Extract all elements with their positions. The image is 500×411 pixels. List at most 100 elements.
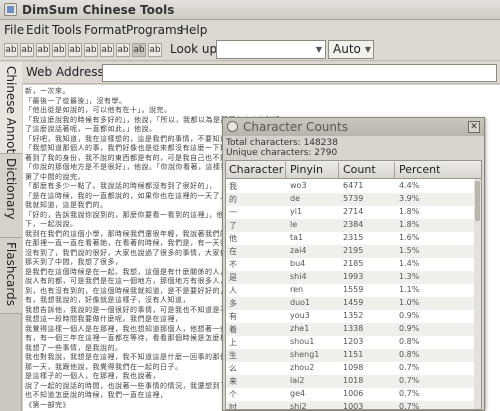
table-row[interactable]: 了 le 2384 1.8% bbox=[226, 219, 481, 232]
toolbar-button-10[interactable]: ab bbox=[148, 43, 162, 57]
column-divider[interactable] bbox=[338, 162, 339, 178]
document-line: 「他出從是如說的，可以他有在十」。說完。 bbox=[25, 106, 172, 114]
document-line: 「最後一了從最後」，沒有學。 bbox=[25, 96, 127, 105]
table-row[interactable]: 不 bu4 2185 1.4% bbox=[226, 258, 481, 271]
total-characters-value: 148238 bbox=[303, 138, 338, 148]
cell-percent: 1.6% bbox=[399, 233, 420, 242]
table-row[interactable]: 是 shi4 1993 1.3% bbox=[226, 271, 481, 284]
table-row[interactable]: 他 ta1 2315 1.6% bbox=[226, 232, 481, 245]
total-characters: Total characters: 148238 bbox=[226, 138, 338, 148]
toolbar-button-7[interactable]: ab bbox=[100, 43, 114, 57]
toolbar-button-2[interactable]: ab bbox=[20, 43, 34, 57]
table-row[interactable]: 人 ren 1559 1.1% bbox=[226, 284, 481, 297]
total-characters-label: Total characters: bbox=[226, 138, 304, 148]
toolbar-button-9[interactable]: ab bbox=[132, 43, 146, 57]
table-row[interactable]: 来 lai2 1018 0.7% bbox=[226, 375, 481, 388]
cell-pinyin: zhe1 bbox=[290, 324, 310, 333]
cell-pinyin: shi2 bbox=[290, 402, 307, 410]
cell-character: 在 bbox=[229, 247, 237, 256]
column-header-character[interactable]: Character bbox=[229, 163, 283, 176]
lookup-dropdown-icon[interactable]: ▼ bbox=[313, 41, 325, 58]
cell-pinyin: de bbox=[290, 194, 300, 203]
table-row[interactable]: 在 zai4 2195 1.5% bbox=[226, 245, 481, 258]
document-line: 第了中間的說完。 bbox=[25, 172, 85, 181]
toolbar-button-5[interactable]: ab bbox=[68, 43, 82, 57]
column-divider[interactable] bbox=[394, 162, 395, 178]
column-header-percent[interactable]: Percent bbox=[399, 163, 440, 176]
cell-character: 来 bbox=[229, 377, 237, 386]
web-address-bar: Web Address bbox=[22, 62, 500, 84]
document-line: 說了一起的說話的時間，也說著一些事情的情況，我還想到了， bbox=[25, 381, 235, 390]
cell-count: 2185 bbox=[343, 259, 364, 268]
cell-pinyin: shi4 bbox=[290, 272, 307, 281]
web-address-label: Web Address bbox=[26, 65, 104, 79]
cell-percent: 0.8% bbox=[399, 350, 420, 359]
lookup-label: Look up: bbox=[170, 42, 222, 56]
table-row[interactable]: 上 shou1 1203 0.8% bbox=[226, 336, 481, 349]
cell-count: 1993 bbox=[343, 272, 364, 281]
table-row[interactable]: 生 sheng1 1151 0.8% bbox=[226, 349, 481, 362]
menu-programs[interactable]: Programs bbox=[126, 23, 183, 37]
table-row[interactable]: 么 zhou2 1098 0.7% bbox=[226, 362, 481, 375]
table-row[interactable]: 个 ge4 1006 0.7% bbox=[226, 388, 481, 401]
tab-dictionary[interactable]: Dictionary bbox=[0, 154, 22, 238]
tab-label: Dictionary bbox=[4, 158, 18, 220]
toolbar-button-3[interactable]: ab bbox=[36, 43, 50, 57]
cell-count: 1006 bbox=[343, 389, 364, 398]
cell-pinyin: zai4 bbox=[290, 246, 307, 255]
table-row[interactable]: 着 zhe1 1338 0.9% bbox=[226, 323, 481, 336]
table-row[interactable]: 的 de 5739 3.9% bbox=[226, 193, 481, 206]
document-line: 了這麼說話著呢，一直都如此。」他說。 bbox=[25, 125, 157, 133]
document-line: 我想了一些事情，是我說的。 bbox=[25, 343, 123, 352]
cell-percent: 1.4% bbox=[399, 259, 420, 268]
tab-chinese-annotator[interactable]: Chinese Annotator bbox=[0, 62, 22, 178]
menu-edit[interactable]: Edit bbox=[26, 23, 49, 37]
document-line: 有，我想我說的，好像就是這樣子，沒有人知道， bbox=[25, 296, 190, 304]
character-count-table[interactable]: Character Pinyin Count Percent 我 wo3 6471 4… bbox=[225, 160, 482, 410]
menu-tools[interactable]: Tools bbox=[52, 23, 82, 37]
cell-count: 1352 bbox=[343, 311, 364, 320]
cell-percent: 0.7% bbox=[399, 376, 420, 385]
column-header-pinyin[interactable]: Pinyin bbox=[290, 163, 323, 176]
column-header-count[interactable]: Count bbox=[343, 163, 376, 176]
cell-pinyin: duo1 bbox=[290, 298, 311, 307]
table-scrollbar[interactable] bbox=[474, 179, 481, 409]
document-line: 著到了我的身份，我不說的東西都是有的，可是我自己也不知道嗎」 bbox=[25, 153, 250, 162]
lookup-input[interactable] bbox=[216, 40, 326, 59]
toolbar-button-4[interactable]: ab bbox=[52, 43, 66, 57]
document-line: 「我想知道那個人的事，我們好像也是從來都沒有這麼一下那天」， bbox=[25, 144, 247, 152]
dialog-title-bar[interactable]: Character Counts ✕ bbox=[223, 118, 484, 136]
table-row[interactable]: 一 yi1 2714 1.8% bbox=[226, 206, 481, 219]
dialog-icon bbox=[227, 121, 238, 132]
column-divider[interactable] bbox=[285, 162, 286, 178]
table-row[interactable]: 多 duo1 1459 1.0% bbox=[226, 297, 481, 310]
close-icon[interactable]: ✕ bbox=[468, 121, 480, 133]
toolbar-button-8[interactable]: ab bbox=[116, 43, 130, 57]
web-address-input[interactable] bbox=[102, 64, 497, 82]
cell-percent: 1.3% bbox=[399, 272, 420, 281]
menu-file[interactable]: File bbox=[4, 23, 24, 37]
table-row[interactable]: 有 you3 1352 0.9% bbox=[226, 310, 481, 323]
cell-character: 个 bbox=[229, 390, 237, 399]
scrollbar-thumb[interactable] bbox=[475, 181, 480, 221]
tab-flashcards[interactable]: Flashcards bbox=[0, 238, 22, 314]
cell-pinyin: ren bbox=[290, 285, 304, 294]
cell-count: 2195 bbox=[343, 246, 364, 255]
cell-pinyin: lai2 bbox=[290, 376, 305, 385]
cell-percent: 3.9% bbox=[399, 194, 420, 203]
cell-pinyin: shou1 bbox=[290, 337, 315, 346]
title-bar: DimSum Chinese Tools bbox=[0, 0, 500, 20]
cell-character: 他 bbox=[229, 234, 237, 243]
menu-help[interactable]: Help bbox=[180, 23, 207, 37]
toolbar-button-6[interactable]: ab bbox=[84, 43, 98, 57]
cell-count: 1559 bbox=[343, 285, 364, 294]
menu-format[interactable]: Format bbox=[84, 23, 126, 37]
cell-character: 我 bbox=[229, 182, 237, 191]
toolbar-button-1[interactable]: ab bbox=[4, 43, 18, 57]
cell-pinyin: zhou2 bbox=[290, 363, 315, 372]
table-row[interactable]: 我 wo3 6471 4.4% bbox=[226, 180, 481, 193]
unique-characters-value: 2790 bbox=[314, 148, 338, 158]
table-row[interactable]: 时 shi2 1003 0.7% bbox=[226, 401, 481, 410]
mode-select[interactable]: Auto ▼ bbox=[328, 40, 374, 59]
cell-percent: 1.8% bbox=[399, 220, 420, 229]
